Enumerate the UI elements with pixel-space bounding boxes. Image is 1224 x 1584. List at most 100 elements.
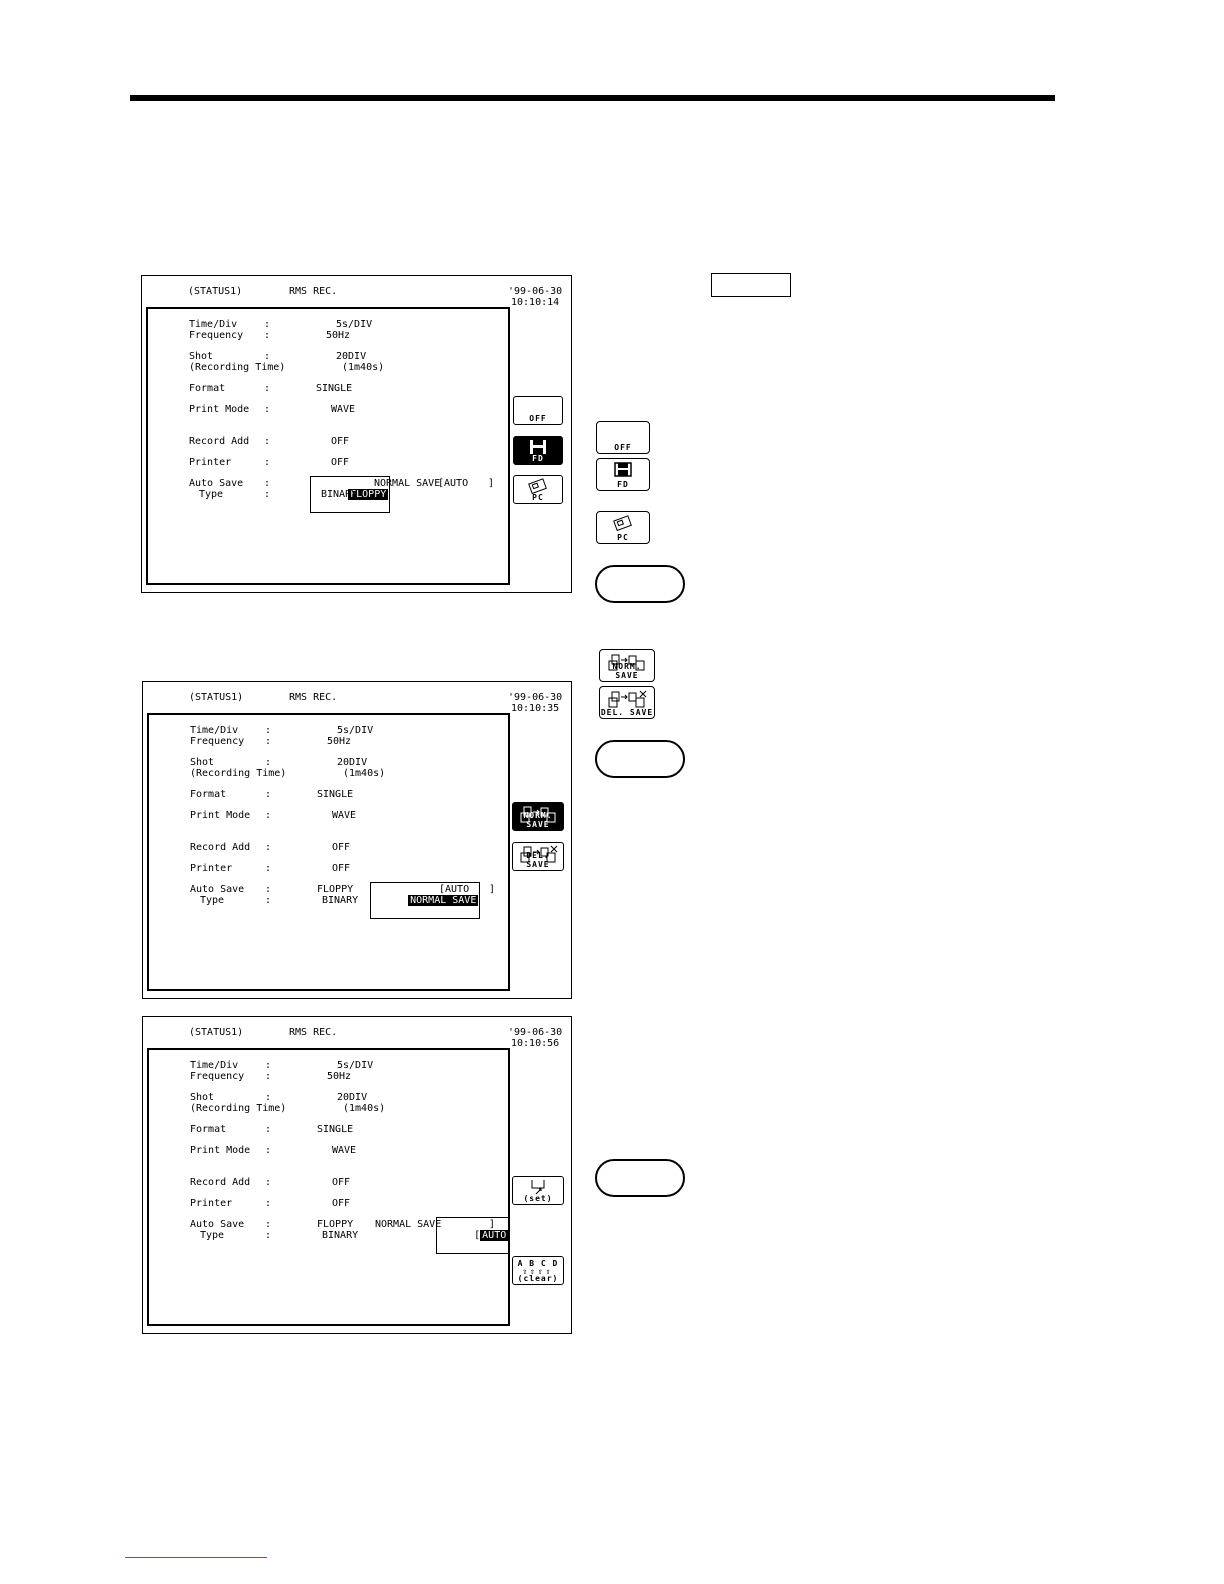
shot-value[interactable]: 20DIV: [337, 1092, 367, 1103]
softkey-label: DEL. SAVE: [526, 851, 550, 869]
softkey-fd[interactable]: FD: [513, 436, 563, 465]
del-save-button[interactable]: DEL. SAVE: [599, 686, 655, 719]
recordadd-label: Record Add: [190, 1177, 251, 1188]
key-oval-1[interactable]: [595, 565, 685, 603]
del-save-icon: [608, 690, 647, 708]
softkey-del-save[interactable]: DEL. SAVE: [512, 842, 564, 871]
timediv-value[interactable]: 5s/DIV: [336, 319, 372, 330]
autosave-close: ]: [489, 884, 496, 895]
printer-label: Printer: [189, 457, 232, 468]
autosave-close: ]: [489, 1219, 496, 1230]
softkey-norm-save[interactable]: NORM. SAVE: [512, 802, 564, 831]
pc-label: PC: [617, 533, 629, 542]
autosave-auto[interactable]: AUTO: [480, 1230, 509, 1241]
format-value[interactable]: SINGLE: [317, 1124, 353, 1135]
autosave-auto[interactable]: [AUTO: [439, 884, 469, 895]
autosave-auto-cursor[interactable]: [AUTO: [436, 1217, 511, 1254]
settings-panel: Time/Div : 5s/DIV Frequency : 50Hz Shot …: [147, 713, 510, 991]
autosave-mode[interactable]: NORMAL SAVE: [374, 478, 440, 489]
colon: :: [265, 1124, 272, 1135]
rectime-label: (Recording Time): [190, 768, 287, 779]
recordadd-label: Record Add: [189, 436, 250, 447]
off-label: OFF: [614, 443, 632, 452]
softkey-set[interactable]: (set): [512, 1176, 564, 1205]
colon: :: [265, 895, 272, 906]
autosave-auto[interactable]: [AUTO: [438, 478, 468, 489]
autosave-value[interactable]: FLOPPY: [317, 884, 353, 895]
format-value[interactable]: SINGLE: [317, 789, 353, 800]
printer-label: Printer: [190, 863, 233, 874]
printmode-value[interactable]: WAVE: [332, 810, 356, 821]
mode-title: RMS REC.: [289, 692, 338, 703]
printer-label: Printer: [190, 1198, 233, 1209]
shot-value[interactable]: 20DIV: [337, 757, 367, 768]
format-value[interactable]: SINGLE: [316, 383, 352, 394]
colon: :: [265, 736, 272, 747]
shot-value[interactable]: 20DIV: [336, 351, 366, 362]
printmode-value[interactable]: WAVE: [332, 1145, 356, 1156]
pc-button[interactable]: PC: [596, 511, 650, 544]
softkey-label: (clear): [517, 1274, 559, 1283]
printer-value[interactable]: OFF: [331, 457, 349, 468]
printmode-label: Print Mode: [189, 404, 250, 415]
colon: :: [264, 457, 271, 468]
time: 10:10:56: [511, 1038, 560, 1049]
colon: :: [265, 1219, 272, 1230]
softkey-pc[interactable]: PC: [513, 475, 563, 504]
type-value[interactable]: BINARY: [321, 489, 357, 500]
norm-save-button[interactable]: NORM. SAVE: [599, 649, 655, 682]
frequency-value[interactable]: 50Hz: [326, 330, 350, 341]
frequency-value[interactable]: 50Hz: [327, 736, 351, 747]
colon: :: [264, 436, 271, 447]
time: 10:10:35: [511, 703, 560, 714]
autosave-mode[interactable]: NORMAL SAVE: [408, 895, 479, 906]
printmode-value[interactable]: WAVE: [331, 404, 355, 415]
colon: :: [265, 842, 272, 853]
printer-value[interactable]: OFF: [332, 1198, 350, 1209]
colon: :: [265, 863, 272, 874]
type-value[interactable]: BINARY: [322, 895, 358, 906]
printmode-label: Print Mode: [190, 810, 251, 821]
frequency-label: Frequency: [190, 1071, 245, 1082]
key-box[interactable]: [711, 273, 791, 297]
rectime-value: (1m40s): [342, 362, 385, 373]
timediv-value[interactable]: 5s/DIV: [337, 725, 373, 736]
colon: :: [265, 1071, 272, 1082]
softkey-off[interactable]: OFF: [513, 396, 563, 425]
autosave-mode[interactable]: NORMAL SAVE: [375, 1219, 441, 1230]
colon: :: [265, 1177, 272, 1188]
autosave-value[interactable]: FLOPPY: [317, 1219, 353, 1230]
colon: :: [264, 351, 271, 362]
key-oval-3[interactable]: [595, 1159, 685, 1197]
shot-label: Shot: [189, 351, 214, 362]
footer-link-line: [125, 1557, 267, 1558]
colon: :: [264, 478, 271, 489]
colon: :: [265, 884, 272, 895]
frequency-value[interactable]: 50Hz: [327, 1071, 351, 1082]
autosave-close: ]: [488, 478, 495, 489]
colon: :: [265, 810, 272, 821]
recordadd-value[interactable]: OFF: [332, 1177, 350, 1188]
date: '99-06-30: [508, 692, 563, 703]
softkey-label: (set): [523, 1194, 553, 1203]
recordadd-value[interactable]: OFF: [332, 842, 350, 853]
status-title: (STATUS1): [188, 286, 243, 297]
colon: :: [264, 319, 271, 330]
rectime-label: (Recording Time): [189, 362, 286, 373]
colon: :: [265, 1092, 272, 1103]
recordadd-value[interactable]: OFF: [331, 436, 349, 447]
softkey-clear[interactable]: A B C D ⇧⇧⇧⇧ (clear): [512, 1256, 564, 1285]
fd-button[interactable]: FD: [596, 458, 650, 491]
printmode-label: Print Mode: [190, 1145, 251, 1156]
off-button[interactable]: OFF: [596, 421, 650, 454]
colon: :: [265, 789, 272, 800]
key-oval-2[interactable]: [595, 740, 685, 778]
settings-panel: Time/Div : 5s/DIV Frequency : 50Hz Shot …: [147, 1048, 511, 1326]
printer-value[interactable]: OFF: [332, 863, 350, 874]
colon: :: [265, 1060, 272, 1071]
colon: :: [265, 1145, 272, 1156]
type-value[interactable]: BINARY: [322, 1230, 358, 1241]
timediv-value[interactable]: 5s/DIV: [337, 1060, 373, 1071]
timediv-label: Time/Div: [190, 1060, 239, 1071]
timediv-label: Time/Div: [190, 725, 239, 736]
